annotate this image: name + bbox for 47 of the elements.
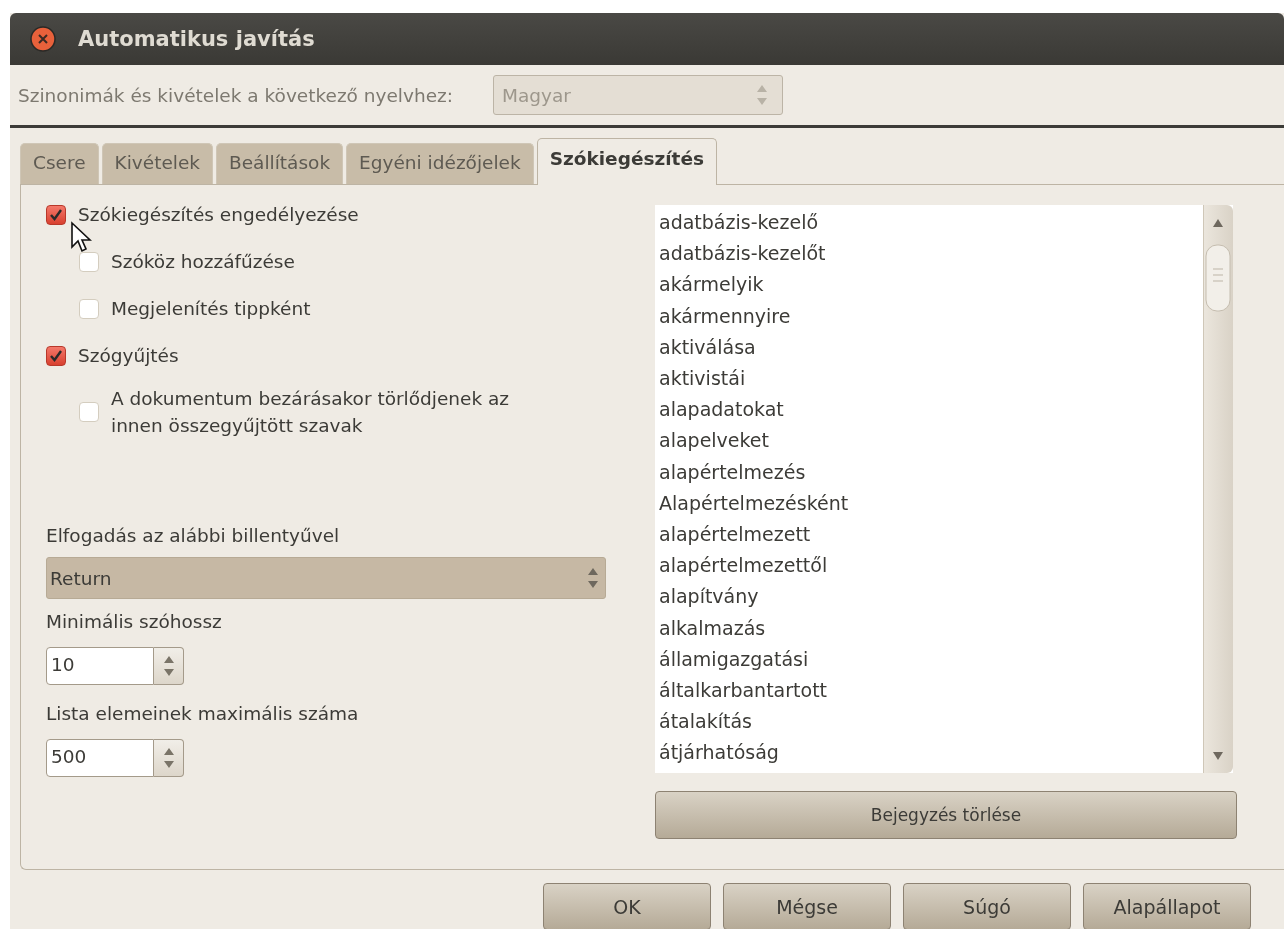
list-item[interactable]: aktivistái [659, 363, 1203, 395]
dialog-button[interactable]: OK [543, 883, 711, 929]
list-item[interactable]: általkarbantartott [659, 675, 1203, 707]
tab[interactable]: Csere [20, 143, 99, 184]
tab[interactable]: Szókiegészítés [536, 138, 717, 185]
list-item[interactable]: alapadatokat [659, 394, 1203, 426]
list-item[interactable]: akármelyik [659, 269, 1203, 301]
list-item[interactable]: alapelveket [659, 425, 1203, 457]
min-word-length-label: Minimális szóhossz [46, 610, 223, 634]
list-item[interactable]: Alapértelmezésként [659, 487, 1203, 520]
scrollbar[interactable] [1203, 205, 1233, 773]
spin-arrows-icon[interactable] [154, 739, 184, 777]
list-item[interactable]: alapítvány [659, 581, 1203, 613]
list-item[interactable]: alapértelmezés [659, 456, 1203, 488]
max-entries-label: Lista elemeinek maximális száma [46, 702, 360, 726]
accept-key-label: Elfogadás az alábbi billentyűvel [46, 524, 341, 548]
list-item[interactable]: alkalmazás [659, 612, 1203, 644]
language-label: Szinonimák és kivételek a következő nyelvhez: [18, 84, 453, 106]
tab[interactable]: Kivételek [101, 143, 213, 184]
list-item[interactable]: átalakítás [659, 706, 1203, 738]
tab[interactable]: Beállítások [216, 143, 344, 184]
checkbox-label: A dokumentum bezárásakor törlődjenek az innen összegyűjtött szavak [111, 387, 511, 438]
dialog-button[interactable]: Mégse [723, 883, 891, 929]
list-item[interactable]: átjárhatóság [659, 737, 1203, 769]
list-item[interactable]: aktiválása [659, 331, 1203, 363]
dialog-button[interactable]: Alapállapot [1083, 883, 1251, 929]
accept-key-dropdown[interactable]: Return [46, 557, 606, 599]
list-item[interactable]: akármennyire [659, 300, 1203, 332]
checkbox-label: Szóköz hozzáfűzése [111, 250, 295, 274]
checkbox[interactable] [46, 345, 66, 366]
window-title: Automatikus javítás [78, 27, 315, 51]
tab[interactable]: Egyéni idézőjelek [346, 143, 534, 184]
list-item[interactable]: adatbázis-kezelőt [659, 238, 1203, 270]
list-item[interactable]: alapértelmezett [659, 519, 1203, 551]
checkbox-label: Megjelenítés tippként [111, 297, 311, 321]
close-icon[interactable] [30, 26, 56, 52]
checkbox-label: Szógyűjtés [78, 344, 179, 368]
checkbox-label: Szókiegészítés engedélyezése [78, 203, 359, 227]
dialog-button[interactable]: Súgó [903, 883, 1071, 929]
checkbox[interactable] [46, 204, 66, 225]
spin-arrows-icon[interactable] [154, 647, 184, 685]
delete-entry-button[interactable]: Bejegyzés törlése [655, 791, 1237, 839]
list-item[interactable]: adatbázis-kezelő [659, 207, 1203, 239]
list-item[interactable]: alapértelmezettől [659, 550, 1203, 582]
number-field[interactable]: 500 [46, 739, 154, 777]
number-field[interactable]: 10 [46, 647, 154, 685]
list-item[interactable]: államigazgatási [659, 643, 1203, 676]
